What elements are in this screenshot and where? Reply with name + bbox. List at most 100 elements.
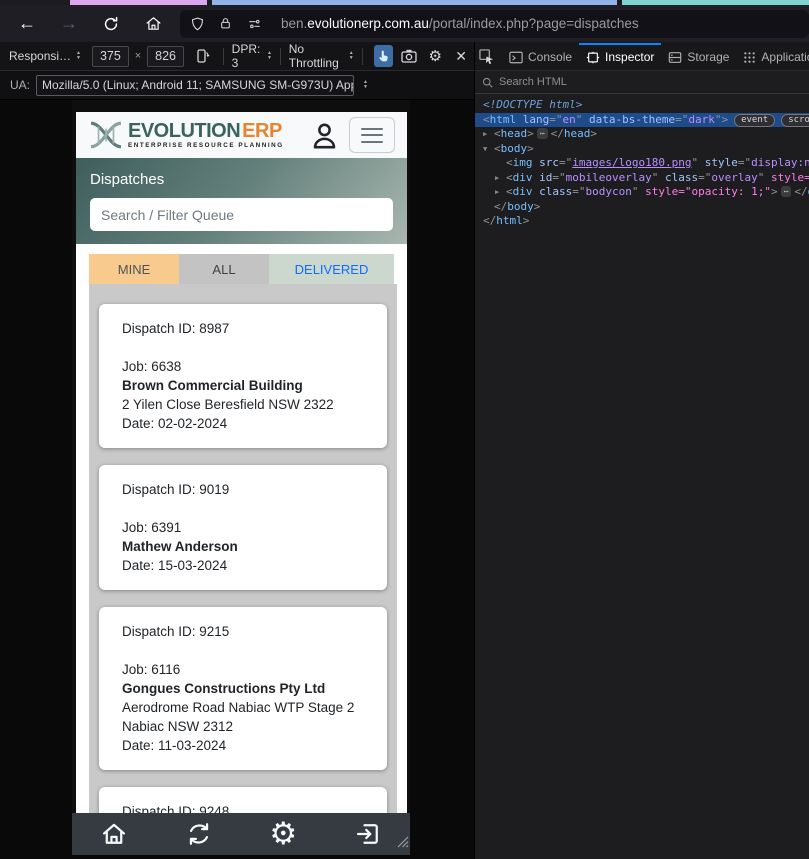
tab-application[interactable]: Application	[736, 43, 809, 70]
tree-node[interactable]: </body>	[475, 200, 809, 215]
expander-icon[interactable]: ▶	[483, 127, 494, 142]
dispatch-id-line: Dispatch ID: 8987	[122, 321, 230, 336]
nav-settings-button[interactable]: ⚙	[266, 817, 300, 851]
code-token: "	[631, 185, 646, 198]
expander-icon[interactable]: ▶	[495, 171, 506, 186]
code-token: </	[483, 214, 497, 227]
back-button[interactable]: ←	[12, 10, 42, 38]
divider	[222, 47, 224, 65]
expander-icon[interactable]: ▶	[495, 185, 506, 200]
rdm-stage: EVOLUTION ERP ENTERPRISE RESOURCE PLANNIN…	[0, 100, 474, 859]
stepper-icon: ▲ ▼	[348, 50, 354, 61]
forward-button[interactable]: →	[54, 10, 84, 38]
tab-application-label: Application	[761, 50, 809, 64]
collapsed-children-icon[interactable]: ⋯	[536, 128, 548, 139]
lock-icon[interactable]	[219, 16, 232, 31]
code-token: <	[494, 141, 501, 155]
search-filter-input[interactable]	[90, 198, 393, 231]
dna-helix-icon	[90, 121, 122, 149]
dispatch-card[interactable]: Dispatch ID: 9019 Job: 6391 Mathew Anderso…	[99, 465, 387, 590]
app-header: EVOLUTION ERP ENTERPRISE RESOURCE PLANNIN…	[76, 112, 407, 158]
code-token: style="opacity:	[770, 170, 809, 184]
throttling-selector[interactable]: No Throttling ▲ ▼	[289, 42, 354, 70]
tree-node[interactable]: <html lang="en" data-bs-theme="dark"> eve…	[475, 112, 809, 127]
nav-refresh-button[interactable]	[182, 817, 216, 851]
code-token: ="	[675, 112, 689, 126]
code-token: <!DOCTYPE html>	[483, 98, 583, 111]
code-token: <	[494, 127, 501, 140]
hamburger-icon	[361, 127, 383, 130]
shield-icon[interactable]	[190, 16, 205, 32]
dispatch-queue: Dispatch ID: 8987 Job: 6638 Brown Commerci…	[89, 284, 397, 855]
customer-name-line: Brown Commercial Building	[122, 378, 303, 393]
touch-simulation-button[interactable]	[373, 45, 394, 67]
code-token: ="	[698, 170, 712, 184]
code-token: data-bs-theme	[589, 112, 676, 126]
browser-toolbar: ← → ben.evolutionerp.com.au/portal/index…	[0, 5, 809, 42]
permissions-icon[interactable]	[246, 17, 263, 31]
date-line: Date: 15-03-2024	[122, 558, 228, 573]
code-token: ">	[714, 112, 729, 126]
tree-node[interactable]: <img src="images/logo180.png" style="dis…	[475, 156, 809, 171]
search-html-bar[interactable]: Search HTML	[475, 71, 809, 94]
size-separator: ×	[134, 50, 142, 62]
expander-icon[interactable]: ▼	[483, 142, 494, 157]
dispatch-id-line: Dispatch ID: 9019	[122, 482, 230, 497]
tab-inspector[interactable]: Inspector	[579, 42, 662, 70]
url-bar[interactable]: ben.evolutionerp.com.au/portal/index.php…	[180, 9, 809, 38]
tree-node[interactable]: ▶ <head> ⋯ </head>	[475, 127, 809, 142]
dispatch-card[interactable]: Dispatch ID: 9215 Job: 6116 Gongues Constr…	[99, 607, 387, 770]
job-line: Job: 6638	[122, 359, 182, 374]
viewport-width-input[interactable]: 375	[91, 45, 129, 67]
queue-tabs: MINE ALL DELIVERED	[76, 254, 407, 284]
dispatch-card[interactable]: Dispatch ID: 8987 Job: 6638 Brown Commerci…	[99, 304, 387, 448]
mobile-viewport: EVOLUTION ERP ENTERPRISE RESOURCE PLANNIN…	[72, 100, 410, 855]
devtools-tabbar: Console Inspector Storage Application	[474, 42, 809, 71]
node-badge[interactable]: event	[734, 113, 776, 127]
pick-element-button[interactable]	[479, 43, 494, 70]
collapsed-children-icon[interactable]: ⋯	[780, 186, 792, 197]
nav-logout-button[interactable]	[351, 817, 385, 851]
tree-node[interactable]: ▶ <div class="bodycon" style="opacity: 1;…	[475, 185, 809, 200]
home-button[interactable]	[138, 10, 168, 38]
rdm-settings-button[interactable]: ⚙	[425, 45, 445, 67]
tab-mine[interactable]: MINE	[89, 254, 179, 284]
search-html-placeholder: Search HTML	[499, 76, 567, 88]
code-token: >	[522, 214, 530, 227]
rotate-viewport-button[interactable]	[192, 45, 212, 67]
tab-console[interactable]: Console	[502, 43, 579, 70]
code-token: "	[651, 170, 665, 184]
home-icon	[146, 17, 160, 30]
tab-storage[interactable]: Storage	[661, 43, 736, 70]
code-token: >	[527, 127, 534, 140]
gear-icon: ⚙	[269, 815, 298, 852]
code-token: >	[770, 185, 778, 198]
tree-node[interactable]: </html>	[475, 214, 809, 229]
node-badge[interactable]: scroll	[781, 113, 809, 127]
tree-node[interactable]: ▶ <div id="mobileoverlay" class="overlay"…	[475, 171, 809, 186]
stepper-icon: ▲ ▼	[266, 50, 272, 61]
tree-node[interactable]: ▼ <body>	[475, 142, 809, 157]
dispatch-id-line: Dispatch ID: 9215	[122, 624, 230, 639]
dpr-selector[interactable]: DPR: 3 ▲ ▼	[232, 42, 272, 70]
tree-node[interactable]: <!DOCTYPE html>	[475, 98, 809, 113]
code-token: head	[563, 127, 591, 140]
viewport-height-input[interactable]: 826	[147, 45, 184, 67]
url-text: ben.evolutionerp.com.au/portal/index.php…	[281, 16, 639, 31]
dispatches-hero: Dispatches	[76, 158, 407, 244]
tab-all[interactable]: ALL	[179, 254, 269, 284]
nav-home-button[interactable]	[97, 817, 131, 851]
date-line: Date: 11-03-2024	[122, 738, 227, 753]
account-button[interactable]	[311, 121, 338, 150]
code-token: >	[590, 127, 597, 140]
screenshot-button[interactable]	[399, 45, 419, 67]
device-selector[interactable]: Responsi… ▲ ▼	[9, 49, 81, 63]
code-token: lang	[522, 112, 550, 126]
ua-input[interactable]: Mozilla/5.0 (Linux; Android 11; SAMSUNG …	[36, 74, 355, 96]
refresh-button[interactable]	[96, 10, 126, 38]
rdm-close-button[interactable]: ✕	[451, 45, 471, 67]
person-icon	[313, 123, 336, 148]
viewport-resize-handle[interactable]	[395, 834, 409, 853]
menu-button[interactable]	[349, 117, 395, 153]
tab-delivered[interactable]: DELIVERED	[269, 254, 394, 284]
